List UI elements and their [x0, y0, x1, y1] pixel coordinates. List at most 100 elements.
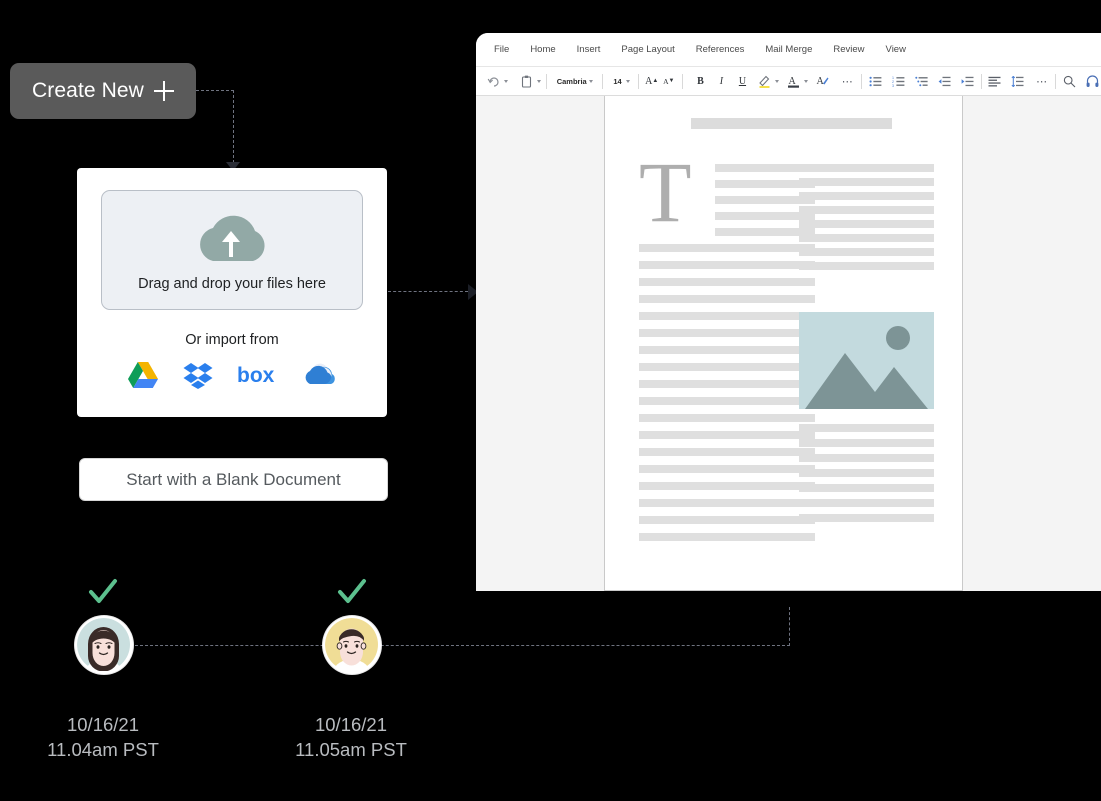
editor-ribbon: Cambria 14 A ▲ A ▼ B I U A A ⋯ 1 2 3 ⋯ — [476, 67, 1101, 96]
ribbon-divider — [860, 73, 862, 89]
paste-icon[interactable] — [518, 71, 535, 91]
avatar-man[interactable] — [323, 616, 381, 674]
font-color-icon[interactable]: A — [785, 71, 802, 91]
menu-item-page-layout[interactable]: Page Layout — [621, 44, 674, 55]
font-name-select[interactable]: Cambria — [552, 74, 597, 89]
connector-card-to-editor — [388, 291, 468, 292]
check-icon — [88, 578, 118, 608]
editor-canvas[interactable]: T — [476, 96, 1101, 591]
avatar-woman[interactable] — [75, 616, 133, 674]
font-size-caret-icon — [625, 79, 630, 83]
line-spacing-icon[interactable] — [1009, 71, 1026, 91]
timeline-connector-vertical — [789, 607, 790, 646]
undo-icon[interactable] — [485, 71, 502, 91]
create-new-button[interactable]: Create New — [10, 63, 196, 119]
timeline-connector-horizontal — [135, 645, 790, 646]
text-line — [799, 469, 934, 477]
svg-text:3: 3 — [892, 83, 894, 86]
decrease-indent-icon[interactable] — [936, 71, 953, 91]
ribbon-divider — [601, 73, 603, 89]
text-line — [639, 346, 815, 354]
grow-font-label: A — [645, 75, 653, 87]
dropbox-icon[interactable] — [183, 361, 213, 394]
font-size-select[interactable]: 14 — [607, 74, 632, 89]
google-drive-icon[interactable] — [127, 361, 159, 394]
text-line — [799, 424, 934, 432]
underline-button[interactable]: U — [734, 71, 751, 91]
menu-item-view[interactable]: View — [886, 44, 906, 55]
timestamp-1: 10/16/21 11.04am PST — [13, 712, 193, 762]
text-line — [639, 431, 815, 439]
numbered-list-icon[interactable]: 1 2 3 — [890, 71, 907, 91]
align-left-icon[interactable] — [986, 71, 1003, 91]
plus-icon — [153, 81, 174, 101]
highlight-icon[interactable] — [756, 71, 773, 91]
more-ellipsis-label: ⋯ — [841, 75, 854, 88]
timestamp-1-time: 11.04am PST — [47, 739, 159, 760]
ribbon-divider — [546, 73, 547, 89]
editor-menubar: File Home Insert Page Layout References … — [476, 33, 1101, 67]
font-color-caret-icon[interactable] — [803, 79, 808, 83]
document-title-placeholder — [691, 118, 892, 129]
text-line — [639, 278, 815, 286]
highlight-caret-icon[interactable] — [774, 79, 779, 83]
import-services-row: box — [101, 361, 363, 394]
document-editor-window: File Home Insert Page Layout References … — [476, 33, 1101, 591]
font-name-value: Cambria — [556, 76, 587, 86]
canvas-root: Create New Drag and drop your files here… — [0, 0, 1101, 801]
upload-card: Drag and drop your files here Or import … — [77, 168, 387, 417]
bold-label: B — [697, 75, 704, 87]
bullet-list-icon[interactable] — [867, 71, 884, 91]
text-line — [799, 220, 934, 228]
menu-item-file[interactable]: File — [494, 44, 509, 55]
ribbon-divider — [682, 73, 683, 89]
more-paragraph-options-icon[interactable]: ⋯ — [1033, 71, 1050, 91]
dropzone[interactable]: Drag and drop your files here — [101, 190, 363, 310]
text-line — [799, 206, 934, 214]
multilevel-list-icon[interactable] — [913, 71, 930, 91]
text-line — [639, 482, 815, 490]
box-icon[interactable]: box — [237, 364, 277, 391]
document-page[interactable]: T — [604, 96, 963, 591]
menu-item-review[interactable]: Review — [833, 44, 864, 55]
connector-create-to-card-horizontal — [196, 90, 234, 91]
italic-button[interactable]: I — [713, 71, 730, 91]
text-line — [639, 363, 815, 371]
format-painter-icon[interactable]: A — [814, 71, 831, 91]
underline-label: U — [738, 75, 747, 87]
text-line — [799, 262, 934, 270]
menu-item-insert[interactable]: Insert — [577, 44, 601, 55]
onedrive-icon[interactable] — [301, 363, 337, 392]
check-icon — [337, 578, 367, 608]
text-line — [639, 244, 815, 252]
grow-font-icon[interactable]: A ▲ — [643, 71, 660, 91]
bold-button[interactable]: B — [692, 71, 709, 91]
text-line — [639, 295, 815, 303]
font-size-value: 14 — [613, 76, 622, 86]
more-font-options-icon[interactable]: ⋯ — [839, 71, 856, 91]
start-blank-document-button[interactable]: Start with a Blank Document — [79, 458, 388, 501]
timestamp-2-time: 11.05am PST — [295, 739, 407, 760]
increase-indent-icon[interactable] — [959, 71, 976, 91]
search-icon[interactable] — [1061, 71, 1078, 91]
dictate-icon[interactable] — [1084, 71, 1101, 91]
mountain-image-placeholder — [799, 312, 934, 409]
undo-caret-icon[interactable] — [504, 79, 508, 83]
text-line — [639, 261, 815, 269]
import-from-label: Or import from — [185, 332, 279, 348]
font-name-caret-icon — [588, 79, 593, 83]
text-line — [639, 329, 815, 337]
paste-caret-icon[interactable] — [537, 79, 541, 83]
menu-item-home[interactable]: Home — [530, 44, 555, 55]
text-line — [639, 312, 815, 320]
menu-item-references[interactable]: References — [696, 44, 745, 55]
menu-item-mail-merge[interactable]: Mail Merge — [765, 44, 812, 55]
start-blank-document-label: Start with a Blank Document — [126, 469, 341, 489]
text-line — [639, 397, 815, 405]
svg-text:box: box — [237, 364, 275, 386]
text-line — [799, 178, 934, 186]
shrink-font-icon[interactable]: A ▼ — [660, 71, 677, 91]
svg-text:A: A — [816, 76, 824, 87]
text-line — [639, 516, 815, 524]
text-line — [639, 533, 815, 541]
